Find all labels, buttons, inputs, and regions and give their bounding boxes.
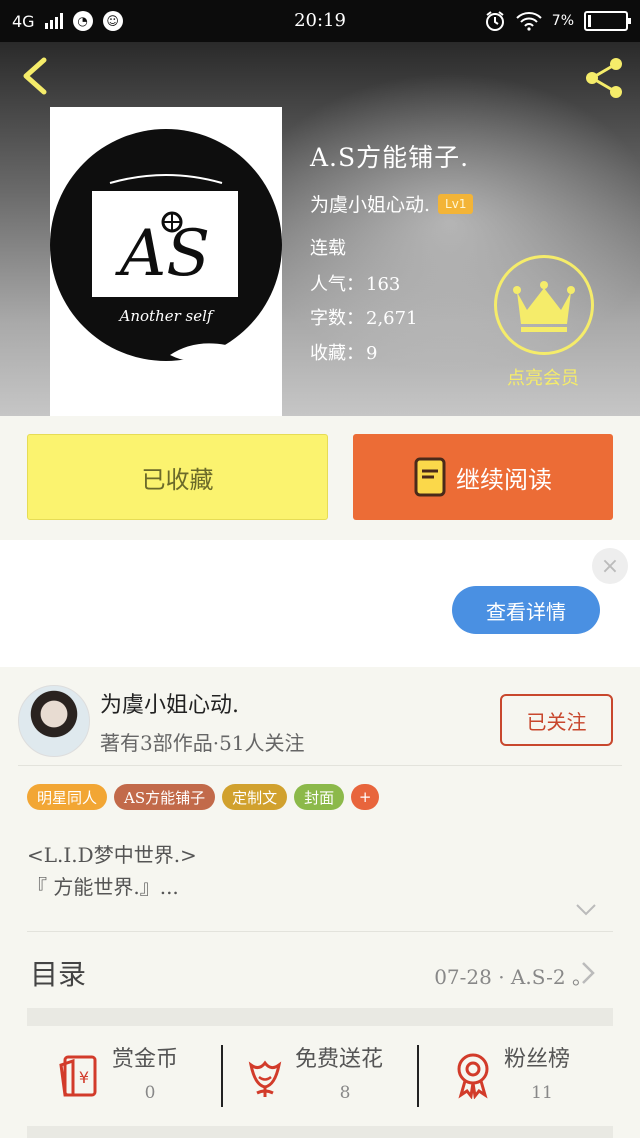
chevron-down-icon[interactable] [575, 903, 597, 917]
stat-value: 11 [531, 1083, 553, 1103]
favorites-value: 9 [366, 343, 378, 364]
word-count-label: 字数： [310, 308, 364, 329]
toc-label[interactable]: 目录 [30, 953, 86, 993]
crown-icon [513, 281, 575, 332]
section-separator [27, 1008, 613, 1026]
stat-label: 赏金币 [112, 1047, 179, 1072]
popularity-row: 人气： 163 [310, 270, 400, 296]
divider [18, 765, 622, 766]
red-envelope-icon: ¥ [59, 1055, 97, 1097]
continue-reading-button[interactable]: 继续阅读 [353, 434, 613, 520]
word-count-value: 2,671 [366, 308, 418, 329]
toc-latest-chapter[interactable]: 07-28 · A.S-2 。 [434, 961, 592, 990]
wifi-icon [516, 12, 542, 31]
stat-value: 0 [144, 1083, 156, 1103]
book-author[interactable]: 为虞小姐心动. [310, 190, 430, 217]
tag-chip[interactable]: 封面 [294, 784, 345, 810]
close-icon[interactable]: × [592, 548, 628, 584]
battery-icon [584, 11, 631, 31]
continue-reading-label: 继续阅读 [456, 465, 552, 494]
share-icon[interactable] [580, 54, 628, 102]
book-icon [414, 457, 446, 497]
popularity-label: 人气： [310, 274, 364, 295]
book-header: AS Another self A.S方能铺子. 为虞小姐心动. Lv1 连载 … [0, 42, 640, 416]
tag-chip[interactable]: 定制文 [222, 784, 288, 810]
stats-row: ¥ 赏金币 0 免费送花 8 粉丝榜 11 [27, 1027, 613, 1125]
alarm-icon [485, 11, 504, 31]
author-stats: 著有3部作品·51人关注 [100, 731, 305, 755]
chevron-right-icon[interactable] [580, 960, 596, 986]
vip-button[interactable] [494, 255, 594, 355]
add-tag-button[interactable]: + [351, 784, 380, 810]
cover-caption: Another self [118, 307, 215, 325]
intro-line: <L.I.D梦中世界.> [27, 843, 197, 867]
svg-text:¥: ¥ [79, 1068, 89, 1087]
vip-label[interactable]: 点亮会员 [470, 364, 616, 390]
book-status: 连载 [310, 238, 346, 259]
back-icon[interactable] [18, 56, 52, 96]
cover-logo: AS [115, 217, 210, 291]
cover-art: AS Another self [50, 129, 282, 374]
stat-value: 8 [339, 1083, 351, 1103]
medal-icon [457, 1053, 489, 1099]
fan-ranking-button[interactable]: 粉丝榜 11 [419, 1027, 613, 1125]
popularity-value: 163 [366, 274, 401, 295]
collected-button[interactable]: 已收藏 [27, 434, 328, 520]
word-count-row: 字数： 2,671 [310, 304, 418, 330]
collected-label: 已收藏 [141, 465, 214, 494]
divider [27, 931, 613, 932]
book-title: A.S方能铺子. [310, 143, 470, 172]
tag-list: 明星同人 AS方能铺子 定制文 封面 + [27, 784, 380, 810]
book-cover[interactable]: AS Another self [50, 107, 282, 416]
favorites-row: 收藏： 9 [310, 339, 377, 365]
follow-button[interactable]: 已关注 [500, 694, 613, 746]
tag-chip[interactable]: 明星同人 [27, 784, 108, 810]
book-author-row[interactable]: 为虞小姐心动. Lv1 [310, 190, 474, 217]
status-bar: 4G ◔ ☺ 20:19 7% [0, 0, 640, 42]
tip-coins-button[interactable]: ¥ 赏金币 0 [27, 1027, 222, 1125]
favorites-label: 收藏： [310, 343, 364, 364]
section-separator [27, 1126, 613, 1138]
avatar[interactable] [18, 685, 90, 757]
ad-banner: × 查看详情 [0, 540, 640, 667]
author-name[interactable]: 为虞小姐心动. [100, 687, 239, 719]
author-section: 为虞小姐心动. 著有3部作品·51人关注 已关注 明星同人 AS方能铺子 定制文… [0, 667, 640, 1138]
action-bar: 已收藏 继续阅读 [0, 416, 640, 540]
tag-chip[interactable]: AS方能铺子 [114, 784, 216, 810]
send-flower-button[interactable]: 免费送花 8 [223, 1027, 417, 1125]
view-details-button[interactable]: 查看详情 [452, 586, 600, 634]
stat-label: 免费送花 [295, 1047, 384, 1072]
book-intro[interactable]: <L.I.D梦中世界.> 『 方能世界.』... [27, 839, 197, 903]
battery-percent: 7% [551, 13, 574, 29]
intro-line: 『 方能世界.』... [27, 875, 179, 899]
stat-label: 粉丝榜 [504, 1047, 571, 1072]
level-badge: Lv1 [438, 193, 474, 214]
flower-icon [248, 1060, 282, 1097]
